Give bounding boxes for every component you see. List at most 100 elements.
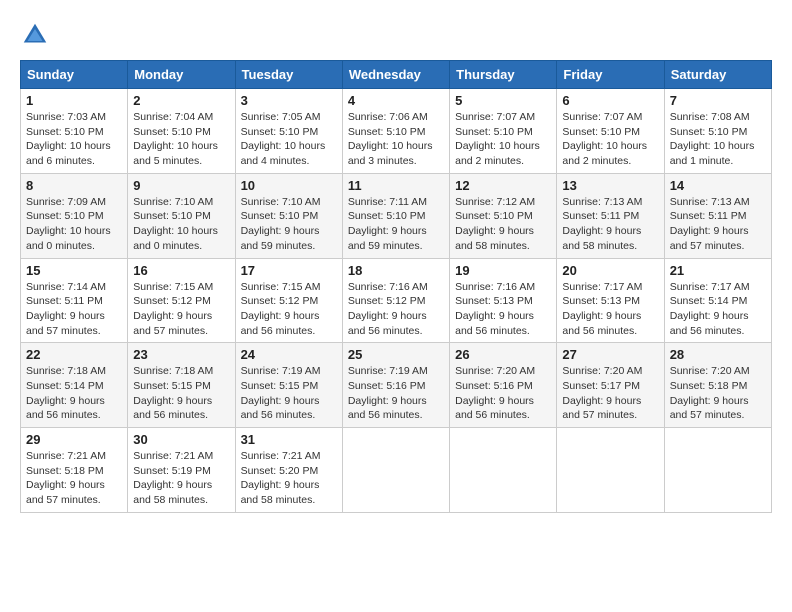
- calendar-cell: 28 Sunrise: 7:20 AMSunset: 5:18 PMDayligh…: [664, 343, 771, 428]
- day-info: Sunrise: 7:20 AMSunset: 5:16 PMDaylight:…: [455, 364, 551, 423]
- calendar-cell: 1 Sunrise: 7:03 AMSunset: 5:10 PMDaylight…: [21, 89, 128, 174]
- calendar-cell: 29 Sunrise: 7:21 AMSunset: 5:18 PMDayligh…: [21, 428, 128, 513]
- day-info: Sunrise: 7:21 AMSunset: 5:20 PMDaylight:…: [241, 449, 337, 508]
- calendar-header-row: SundayMondayTuesdayWednesdayThursdayFrid…: [21, 61, 772, 89]
- day-number: 27: [562, 347, 658, 362]
- weekday-header-friday: Friday: [557, 61, 664, 89]
- general-blue-icon: [20, 20, 50, 50]
- day-info: Sunrise: 7:19 AMSunset: 5:16 PMDaylight:…: [348, 364, 444, 423]
- day-number: 3: [241, 93, 337, 108]
- day-info: Sunrise: 7:06 AMSunset: 5:10 PMDaylight:…: [348, 110, 444, 169]
- day-info: Sunrise: 7:07 AMSunset: 5:10 PMDaylight:…: [455, 110, 551, 169]
- day-info: Sunrise: 7:21 AMSunset: 5:19 PMDaylight:…: [133, 449, 229, 508]
- day-info: Sunrise: 7:11 AMSunset: 5:10 PMDaylight:…: [348, 195, 444, 254]
- day-number: 6: [562, 93, 658, 108]
- day-info: Sunrise: 7:09 AMSunset: 5:10 PMDaylight:…: [26, 195, 122, 254]
- day-number: 15: [26, 263, 122, 278]
- weekday-header-wednesday: Wednesday: [342, 61, 449, 89]
- calendar-cell: 6 Sunrise: 7:07 AMSunset: 5:10 PMDaylight…: [557, 89, 664, 174]
- calendar-cell: 20 Sunrise: 7:17 AMSunset: 5:13 PMDayligh…: [557, 258, 664, 343]
- day-number: 8: [26, 178, 122, 193]
- day-info: Sunrise: 7:10 AMSunset: 5:10 PMDaylight:…: [241, 195, 337, 254]
- day-info: Sunrise: 7:04 AMSunset: 5:10 PMDaylight:…: [133, 110, 229, 169]
- day-number: 1: [26, 93, 122, 108]
- calendar-cell: [342, 428, 449, 513]
- day-number: 14: [670, 178, 766, 193]
- calendar-cell: 30 Sunrise: 7:21 AMSunset: 5:19 PMDayligh…: [128, 428, 235, 513]
- day-info: Sunrise: 7:14 AMSunset: 5:11 PMDaylight:…: [26, 280, 122, 339]
- calendar-cell: 19Sunrise: 7:16 AMSunset: 5:13 PMDayligh…: [450, 258, 557, 343]
- day-number: 4: [348, 93, 444, 108]
- calendar-cell: 7 Sunrise: 7:08 AMSunset: 5:10 PMDaylight…: [664, 89, 771, 174]
- calendar-cell: 31 Sunrise: 7:21 AMSunset: 5:20 PMDayligh…: [235, 428, 342, 513]
- day-number: 21: [670, 263, 766, 278]
- day-info: Sunrise: 7:20 AMSunset: 5:17 PMDaylight:…: [562, 364, 658, 423]
- day-info: Sunrise: 7:08 AMSunset: 5:10 PMDaylight:…: [670, 110, 766, 169]
- day-number: 19: [455, 263, 551, 278]
- day-info: Sunrise: 7:18 AMSunset: 5:15 PMDaylight:…: [133, 364, 229, 423]
- day-info: Sunrise: 7:21 AMSunset: 5:18 PMDaylight:…: [26, 449, 122, 508]
- calendar-cell: 9 Sunrise: 7:10 AMSunset: 5:10 PMDaylight…: [128, 173, 235, 258]
- day-number: 2: [133, 93, 229, 108]
- calendar-cell: 26 Sunrise: 7:20 AMSunset: 5:16 PMDayligh…: [450, 343, 557, 428]
- day-info: Sunrise: 7:13 AMSunset: 5:11 PMDaylight:…: [562, 195, 658, 254]
- weekday-header-tuesday: Tuesday: [235, 61, 342, 89]
- day-info: Sunrise: 7:13 AMSunset: 5:11 PMDaylight:…: [670, 195, 766, 254]
- day-number: 16: [133, 263, 229, 278]
- day-number: 25: [348, 347, 444, 362]
- day-info: Sunrise: 7:10 AMSunset: 5:10 PMDaylight:…: [133, 195, 229, 254]
- calendar-cell: 14 Sunrise: 7:13 AMSunset: 5:11 PMDayligh…: [664, 173, 771, 258]
- weekday-header-sunday: Sunday: [21, 61, 128, 89]
- day-info: Sunrise: 7:15 AMSunset: 5:12 PMDaylight:…: [241, 280, 337, 339]
- day-info: Sunrise: 7:18 AMSunset: 5:14 PMDaylight:…: [26, 364, 122, 423]
- day-number: 20: [562, 263, 658, 278]
- day-number: 18: [348, 263, 444, 278]
- calendar-cell: 10 Sunrise: 7:10 AMSunset: 5:10 PMDayligh…: [235, 173, 342, 258]
- calendar-cell: 18Sunrise: 7:16 AMSunset: 5:12 PMDayligh…: [342, 258, 449, 343]
- day-info: Sunrise: 7:05 AMSunset: 5:10 PMDaylight:…: [241, 110, 337, 169]
- calendar-cell: 23 Sunrise: 7:18 AMSunset: 5:15 PMDayligh…: [128, 343, 235, 428]
- day-number: 31: [241, 432, 337, 447]
- day-number: 17: [241, 263, 337, 278]
- day-info: Sunrise: 7:19 AMSunset: 5:15 PMDaylight:…: [241, 364, 337, 423]
- calendar-cell: 12Sunrise: 7:12 AMSunset: 5:10 PMDayligh…: [450, 173, 557, 258]
- calendar-week-row: 22 Sunrise: 7:18 AMSunset: 5:14 PMDayligh…: [21, 343, 772, 428]
- calendar-cell: 3 Sunrise: 7:05 AMSunset: 5:10 PMDaylight…: [235, 89, 342, 174]
- day-info: Sunrise: 7:20 AMSunset: 5:18 PMDaylight:…: [670, 364, 766, 423]
- calendar-cell: 8 Sunrise: 7:09 AMSunset: 5:10 PMDaylight…: [21, 173, 128, 258]
- calendar-cell: 4 Sunrise: 7:06 AMSunset: 5:10 PMDaylight…: [342, 89, 449, 174]
- day-number: 29: [26, 432, 122, 447]
- day-number: 13: [562, 178, 658, 193]
- calendar-cell: 25 Sunrise: 7:19 AMSunset: 5:16 PMDayligh…: [342, 343, 449, 428]
- day-number: 5: [455, 93, 551, 108]
- day-info: Sunrise: 7:03 AMSunset: 5:10 PMDaylight:…: [26, 110, 122, 169]
- day-info: Sunrise: 7:07 AMSunset: 5:10 PMDaylight:…: [562, 110, 658, 169]
- day-info: Sunrise: 7:17 AMSunset: 5:13 PMDaylight:…: [562, 280, 658, 339]
- calendar-cell: 27 Sunrise: 7:20 AMSunset: 5:17 PMDayligh…: [557, 343, 664, 428]
- calendar-cell: 24Sunrise: 7:19 AMSunset: 5:15 PMDayligh…: [235, 343, 342, 428]
- calendar-cell: 2 Sunrise: 7:04 AMSunset: 5:10 PMDaylight…: [128, 89, 235, 174]
- calendar-table: SundayMondayTuesdayWednesdayThursdayFrid…: [20, 60, 772, 513]
- calendar-week-row: 8 Sunrise: 7:09 AMSunset: 5:10 PMDaylight…: [21, 173, 772, 258]
- calendar-cell: [557, 428, 664, 513]
- day-number: 9: [133, 178, 229, 193]
- day-info: Sunrise: 7:15 AMSunset: 5:12 PMDaylight:…: [133, 280, 229, 339]
- logo: [20, 20, 52, 50]
- calendar-cell: 11Sunrise: 7:11 AMSunset: 5:10 PMDayligh…: [342, 173, 449, 258]
- calendar-cell: 17 Sunrise: 7:15 AMSunset: 5:12 PMDayligh…: [235, 258, 342, 343]
- weekday-header-thursday: Thursday: [450, 61, 557, 89]
- calendar-cell: 15 Sunrise: 7:14 AMSunset: 5:11 PMDayligh…: [21, 258, 128, 343]
- calendar-cell: 21Sunrise: 7:17 AMSunset: 5:14 PMDayligh…: [664, 258, 771, 343]
- day-number: 7: [670, 93, 766, 108]
- page-header: [20, 20, 772, 50]
- calendar-cell: 13 Sunrise: 7:13 AMSunset: 5:11 PMDayligh…: [557, 173, 664, 258]
- weekday-header-saturday: Saturday: [664, 61, 771, 89]
- day-number: 28: [670, 347, 766, 362]
- calendar-week-row: 29 Sunrise: 7:21 AMSunset: 5:18 PMDayligh…: [21, 428, 772, 513]
- calendar-cell: 22 Sunrise: 7:18 AMSunset: 5:14 PMDayligh…: [21, 343, 128, 428]
- day-number: 26: [455, 347, 551, 362]
- day-number: 10: [241, 178, 337, 193]
- day-number: 22: [26, 347, 122, 362]
- day-number: 30: [133, 432, 229, 447]
- day-number: 23: [133, 347, 229, 362]
